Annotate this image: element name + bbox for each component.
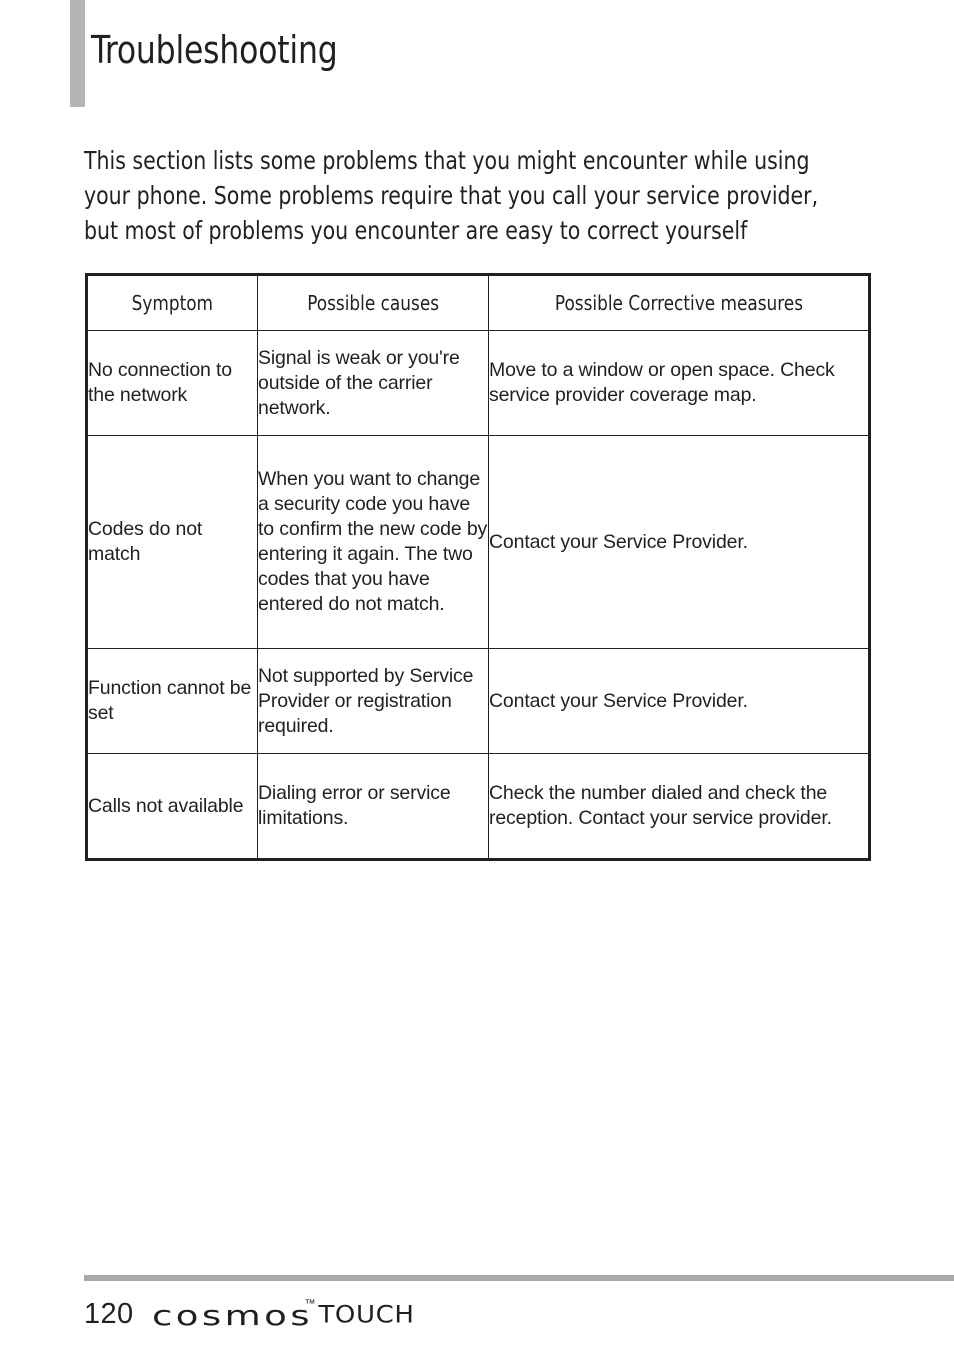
table-header-row: Symptom Possible causes Possible Correct… [86, 274, 870, 331]
troubleshooting-table: Symptom Possible causes Possible Correct… [85, 273, 871, 861]
column-header-possible-corrective-measures: Possible Corrective measures [488, 274, 870, 331]
brand-logo: cosmos ™ TOUCH [152, 1292, 421, 1332]
column-header-possible-causes: Possible causes [257, 274, 489, 331]
cell-symptom: Calls not available [86, 753, 258, 860]
column-header-symptom-label: Symptom [131, 291, 214, 315]
cell-fix: Contact your Service Provider. [488, 648, 870, 754]
brand-logo-touch-text: TOUCH [318, 1301, 415, 1329]
cell-symptom: Codes do not match [86, 435, 258, 649]
table-row: Codes do not match When you want to chan… [86, 435, 870, 649]
cell-cause: When you want to change a security code … [257, 435, 489, 649]
cell-cause: Signal is weak or you're outside of the … [257, 330, 489, 436]
table-row: Calls not available Dialing error or ser… [86, 753, 870, 860]
troubleshooting-table-wrapper: Symptom Possible causes Possible Correct… [85, 273, 871, 861]
table-row: No connection to the network Signal is w… [86, 330, 870, 436]
intro-paragraph: This section lists some problems that yo… [84, 145, 819, 245]
page-title: Troubleshooting [91, 28, 338, 72]
title-accent-bar [70, 0, 85, 107]
trademark-icon: ™ [304, 1298, 316, 1310]
column-header-possible-corrective-measures-label: Possible Corrective measures [554, 291, 803, 315]
page-footer: 120 cosmos ™ TOUCH [84, 1292, 421, 1338]
cell-cause: Not supported by Service Provider or reg… [257, 648, 489, 754]
cell-symptom: Function cannot be set [86, 648, 258, 754]
column-header-symptom: Symptom [86, 274, 258, 331]
page-header: Troubleshooting [70, 0, 890, 108]
cell-fix: Check the number dialed and check the re… [488, 753, 870, 860]
page-number: 120 [84, 1298, 134, 1330]
column-header-possible-causes-label: Possible causes [307, 291, 439, 315]
cell-cause: Dialing error or service limitations. [257, 753, 489, 860]
cell-fix: Contact your Service Provider. [488, 435, 870, 649]
cell-symptom: No connection to the network [86, 330, 258, 436]
brand-logo-cosmos-text: cosmos [151, 1300, 313, 1332]
footer-divider [84, 1275, 954, 1281]
table-row: Function cannot be set Not supported by … [86, 648, 870, 754]
cell-fix: Move to a window or open space. Check se… [488, 330, 870, 436]
